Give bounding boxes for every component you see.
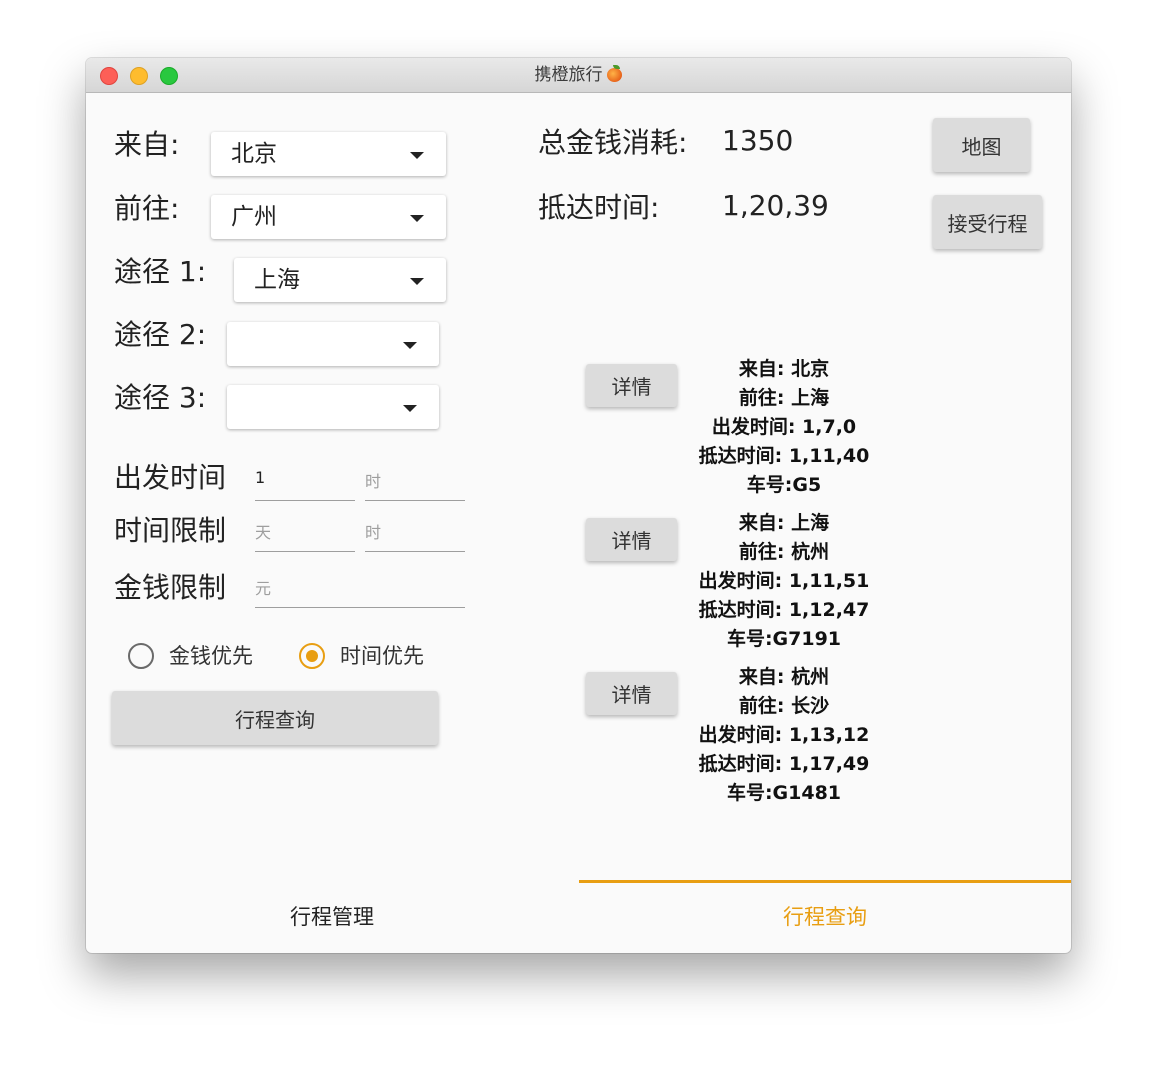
tab-trip-query[interactable]: 行程查询 <box>579 880 1071 953</box>
depart-hour-placeholder: 时 <box>365 472 382 491</box>
trip-info-1: 来自: 北京 前往: 上海 出发时间: 1,7,0 抵达时间: 1,11,40 … <box>679 355 889 500</box>
trip-train: 车号:G5 <box>746 474 822 496</box>
depart-label: 出发时间 <box>114 461 227 494</box>
window-title: 携橙旅行 <box>534 65 603 85</box>
app-window: 携橙旅行 来自: 北京 前往: 广州 途径 1: 上海 途径 2: 途径 3: … <box>86 58 1071 953</box>
via3-label: 途径 3: <box>114 381 207 414</box>
money-limit-label: 金钱限制 <box>114 571 227 604</box>
arrival-time-value: 1,20,39 <box>722 189 829 222</box>
depart-day-value: 1 <box>255 468 266 487</box>
tab-trip-management[interactable]: 行程管理 <box>86 880 578 953</box>
orange-fruit-icon <box>606 65 623 82</box>
trip-detail-button[interactable]: 详情 <box>586 364 677 407</box>
map-button[interactable]: 地图 <box>933 118 1030 172</box>
trip-depart: 出发时间: 1,11,51 <box>698 570 870 592</box>
depart-hour-field[interactable]: 时 <box>365 464 465 501</box>
from-combo-value: 北京 <box>231 141 277 167</box>
trip-detail-button[interactable]: 详情 <box>586 672 677 715</box>
arrival-time-label: 抵达时间: <box>538 191 660 224</box>
tab-trip-query-label: 行程查询 <box>783 905 867 929</box>
trip-depart: 出发时间: 1,7,0 <box>711 416 857 438</box>
money-priority-label: 金钱优先 <box>169 644 253 668</box>
money-priority-radio[interactable] <box>128 643 154 669</box>
trip-to: 前往: 长沙 <box>738 695 830 717</box>
limit-day-field[interactable]: 天 <box>255 515 355 552</box>
active-tab-indicator <box>579 880 1071 883</box>
trip-info-3: 来自: 杭州 前往: 长沙 出发时间: 1,13,12 抵达时间: 1,17,4… <box>679 663 889 808</box>
depart-day-field[interactable]: 1 <box>255 464 355 501</box>
time-limit-label: 时间限制 <box>114 514 227 547</box>
trip-arrive: 抵达时间: 1,12,47 <box>698 599 870 621</box>
total-cost-value: 1350 <box>722 124 794 157</box>
via1-combo-value: 上海 <box>254 267 300 293</box>
trip-from: 来自: 北京 <box>738 358 830 380</box>
trip-train: 车号:G7191 <box>726 628 842 650</box>
trip-query-button[interactable]: 行程查询 <box>112 691 438 745</box>
trip-from: 来自: 杭州 <box>738 666 830 688</box>
to-label: 前往: <box>114 192 180 225</box>
trip-info-2: 来自: 上海 前往: 杭州 出发时间: 1,11,51 抵达时间: 1,12,4… <box>679 509 889 654</box>
trip-to: 前往: 上海 <box>738 387 830 409</box>
limit-day-placeholder: 天 <box>255 523 272 542</box>
trip-arrive: 抵达时间: 1,17,49 <box>698 753 870 775</box>
via3-combo[interactable] <box>227 385 439 429</box>
chevron-down-icon <box>403 405 417 412</box>
time-priority-label: 时间优先 <box>340 644 424 668</box>
time-priority-radio[interactable] <box>299 643 325 669</box>
chevron-down-icon <box>410 152 424 159</box>
money-limit-field[interactable]: 元 <box>255 571 465 608</box>
limit-hour-placeholder: 时 <box>365 523 382 542</box>
window-title-wrap: 携橙旅行 <box>86 65 1071 85</box>
tab-trip-management-label: 行程管理 <box>290 905 374 929</box>
via2-combo[interactable] <box>227 322 439 366</box>
via2-label: 途径 2: <box>114 318 207 351</box>
trip-train: 车号:G1481 <box>726 782 842 804</box>
via1-combo[interactable]: 上海 <box>234 258 446 302</box>
from-combo[interactable]: 北京 <box>211 132 446 176</box>
bottom-tab-bar: 行程管理 行程查询 <box>86 880 1071 953</box>
accept-trip-button[interactable]: 接受行程 <box>933 195 1042 249</box>
chevron-down-icon <box>410 278 424 285</box>
trip-arrive: 抵达时间: 1,11,40 <box>698 445 870 467</box>
to-combo-value: 广州 <box>231 204 277 230</box>
trip-detail-button[interactable]: 详情 <box>586 518 677 561</box>
to-combo[interactable]: 广州 <box>211 195 446 239</box>
trip-from: 来自: 上海 <box>738 512 830 534</box>
trip-depart: 出发时间: 1,13,12 <box>698 724 870 746</box>
via1-label: 途径 1: <box>114 255 207 288</box>
total-cost-label: 总金钱消耗: <box>538 126 688 159</box>
trip-to: 前往: 杭州 <box>738 541 830 563</box>
chevron-down-icon <box>410 215 424 222</box>
title-bar: 携橙旅行 <box>86 58 1071 93</box>
limit-hour-field[interactable]: 时 <box>365 515 465 552</box>
money-limit-placeholder: 元 <box>255 579 272 598</box>
from-label: 来自: <box>114 128 180 161</box>
chevron-down-icon <box>403 342 417 349</box>
